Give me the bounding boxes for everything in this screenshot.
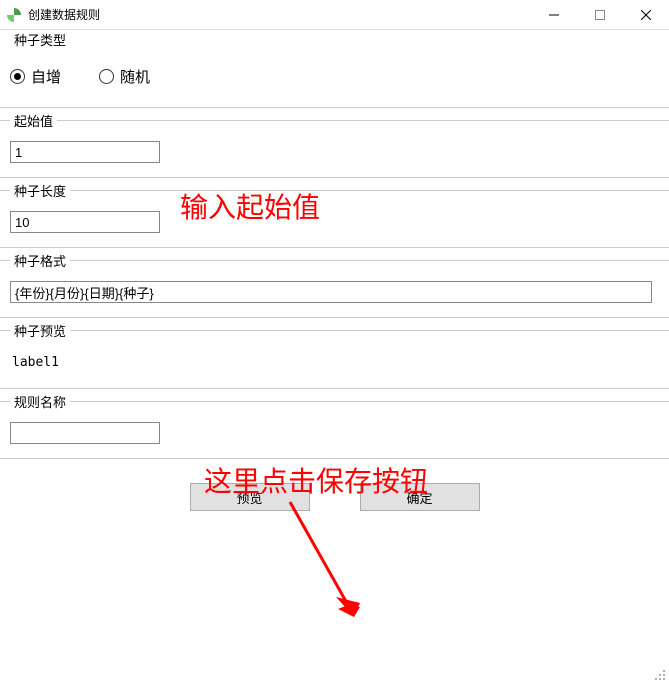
group-seed-format: 种子格式: [0, 260, 669, 318]
titlebar: 创建数据规则: [0, 0, 669, 30]
minimize-button[interactable]: [531, 0, 577, 30]
resize-grip-icon[interactable]: [653, 668, 667, 682]
group-label-start-value: 起始值: [10, 111, 57, 130]
radio-label: 随机: [120, 66, 150, 87]
group-label-rule-name: 规则名称: [10, 392, 70, 411]
group-label-seed-format: 种子格式: [10, 251, 70, 270]
group-label-seed-type: 种子类型: [10, 30, 70, 49]
preview-button[interactable]: 预览: [190, 483, 310, 511]
radio-random[interactable]: 随机: [99, 66, 150, 87]
group-label-seed-length: 种子长度: [10, 181, 70, 200]
radio-icon-checked: [10, 69, 25, 84]
radio-auto-increment[interactable]: 自增: [10, 66, 61, 87]
start-value-input[interactable]: [10, 141, 160, 163]
group-label-seed-preview: 种子预览: [10, 321, 70, 340]
window-title: 创建数据规则: [28, 6, 100, 23]
radio-label: 自增: [31, 66, 61, 87]
group-seed-type: 种子类型 自增 随机: [0, 40, 669, 108]
arrow-icon: [280, 497, 370, 627]
group-rule-name: 规则名称: [0, 401, 669, 459]
rule-name-input[interactable]: [10, 422, 160, 444]
radio-icon-unchecked: [99, 69, 114, 84]
group-start-value: 起始值: [0, 120, 669, 178]
maximize-button[interactable]: [577, 0, 623, 30]
group-seed-length: 种子长度: [0, 190, 669, 248]
seed-format-input[interactable]: [10, 281, 652, 303]
seed-length-input[interactable]: [10, 211, 160, 233]
app-icon: [6, 7, 22, 23]
seed-preview-value: label1: [10, 351, 659, 374]
close-button[interactable]: [623, 0, 669, 30]
ok-button[interactable]: 确定: [360, 483, 480, 511]
group-seed-preview: 种子预览 label1: [0, 330, 669, 389]
